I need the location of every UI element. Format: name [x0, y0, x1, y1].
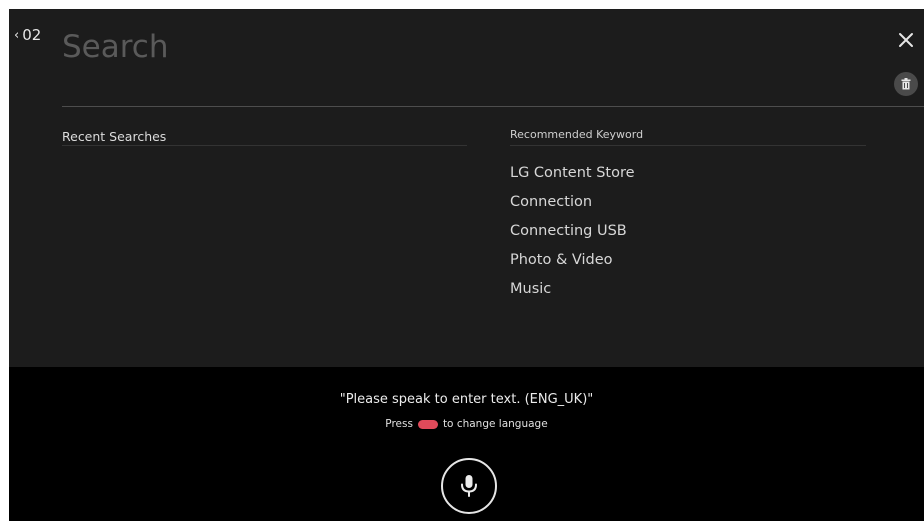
recent-searches-title: Recent Searches [62, 129, 167, 144]
hint-suffix: to change language [442, 418, 548, 430]
back-button[interactable]: ‹ 02 [14, 26, 41, 44]
voice-input-panel: "Please speak to enter text. (ENG_UK)" P… [9, 367, 924, 521]
keyword-item[interactable]: Photo & Video [510, 249, 635, 278]
recommended-divider [510, 145, 866, 146]
recommended-keyword-list: LG Content Store Connection Connecting U… [510, 162, 635, 307]
language-hint: Press to change language [9, 418, 924, 430]
close-button[interactable] [897, 31, 915, 49]
keyword-item[interactable]: Music [510, 278, 635, 307]
back-label: 02 [22, 26, 42, 44]
hint-prefix: Press [385, 418, 413, 430]
close-icon [899, 33, 913, 47]
red-button-icon [417, 419, 438, 429]
keyword-item[interactable]: Connection [510, 191, 635, 220]
keyword-item[interactable]: LG Content Store [510, 162, 635, 191]
search-screen: ‹ 02 Recent Searches Recommended Keyword… [9, 9, 924, 521]
search-input[interactable] [62, 27, 662, 67]
voice-prompt: "Please speak to enter text. (ENG_UK)" [339, 392, 594, 407]
trash-icon [901, 78, 911, 90]
delete-history-button[interactable] [894, 72, 918, 96]
keyword-item[interactable]: Connecting USB [510, 220, 635, 249]
search-divider [62, 106, 924, 107]
microphone-button[interactable] [441, 458, 497, 514]
recommended-keyword-title: Recommended Keyword [510, 128, 644, 141]
chevron-left-icon: ‹ [14, 27, 20, 43]
recent-divider [62, 145, 467, 146]
microphone-icon [461, 475, 477, 497]
